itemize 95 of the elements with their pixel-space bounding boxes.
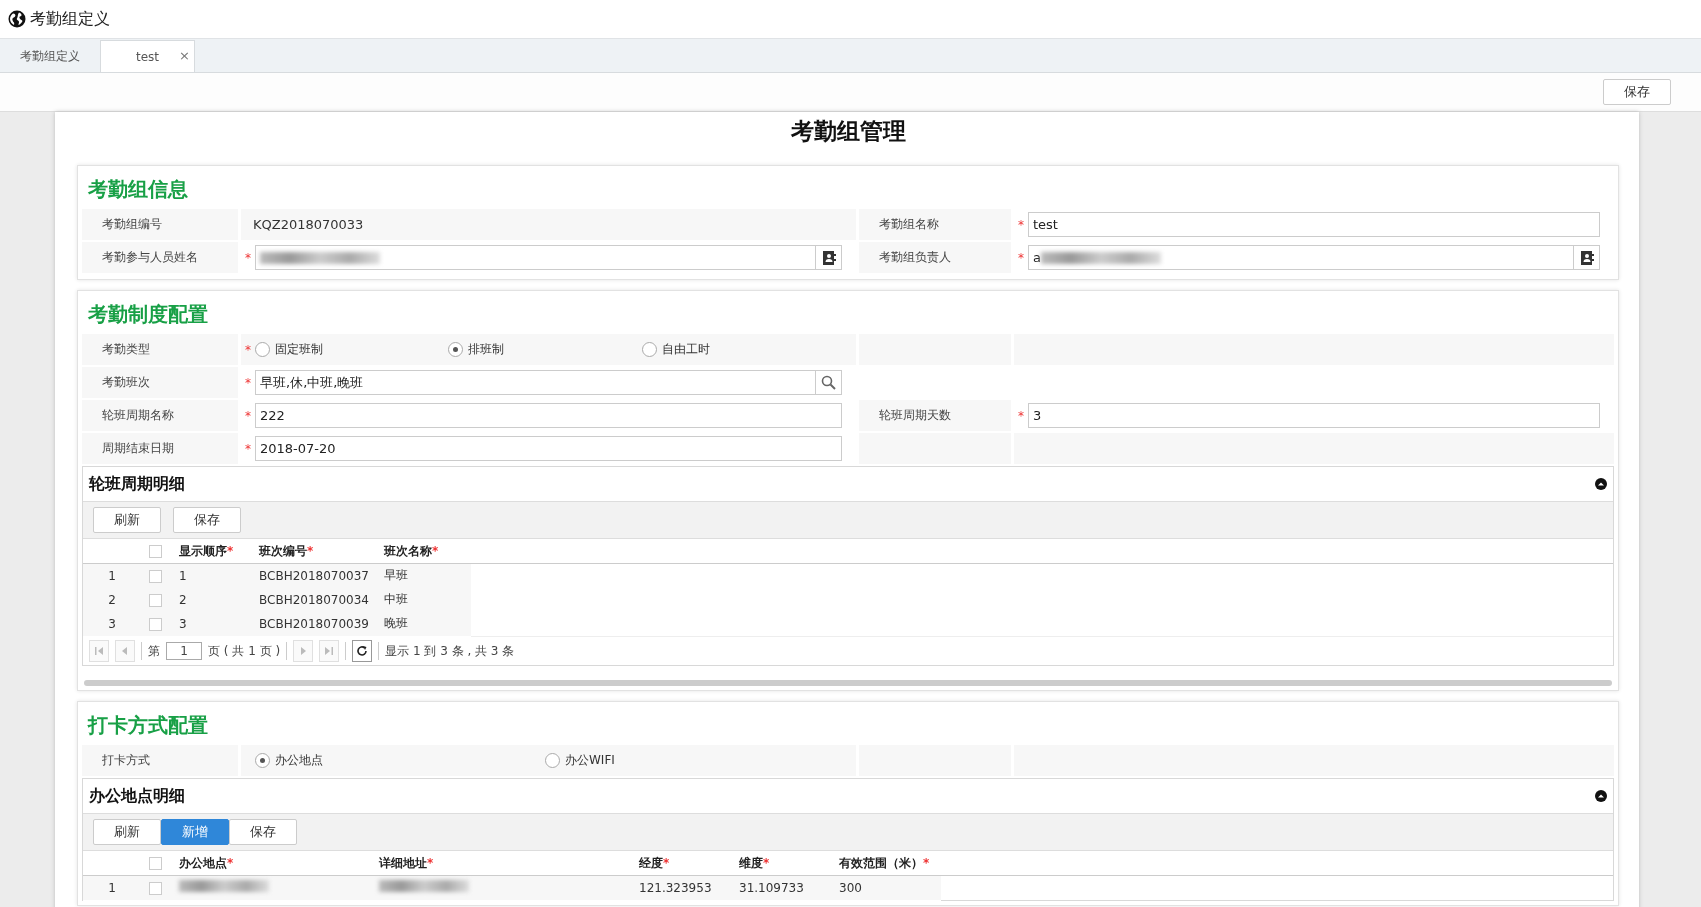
section-title: 打卡方式配置 <box>86 712 209 739</box>
input-field[interactable]: a <box>1028 245 1600 270</box>
toolbar-button[interactable]: 保存 <box>173 507 241 533</box>
section-title: 考勤组信息 <box>87 176 189 203</box>
row-checkbox[interactable] <box>149 569 162 583</box>
required-mark: * <box>1018 217 1025 232</box>
next-page-icon[interactable] <box>293 640 314 662</box>
field-label: 轮班周期天数 <box>878 407 951 424</box>
input-field[interactable]: 早班,休,中班,晚班 <box>255 370 842 395</box>
field-label: 考勤组编号 <box>101 216 162 233</box>
table-cell: 晚班 <box>384 616 408 630</box>
select-all-checkbox[interactable] <box>149 545 162 558</box>
row-number: 2 <box>107 592 117 607</box>
column-header[interactable]: 经度* <box>631 854 731 872</box>
required-mark: * <box>245 408 252 423</box>
pager-summary: 显示 1 到 3 条 , 共 3 条 <box>385 642 515 660</box>
column-header[interactable]: 显示顺序* <box>171 542 251 560</box>
radio-button[interactable] <box>448 342 464 357</box>
save-button[interactable]: 保存 <box>1603 79 1671 105</box>
pager-label: 第 <box>148 642 160 660</box>
table-cell: 1 <box>179 568 187 583</box>
required-mark: * <box>1018 408 1025 423</box>
row-number: 1 <box>107 880 117 895</box>
table-cell: 31.109733 <box>739 880 804 895</box>
radio-label: 自由工时 <box>661 341 710 358</box>
page-title: 考勤组管理 <box>789 117 907 146</box>
input-field[interactable]: 3 <box>1028 403 1600 428</box>
radio-button[interactable] <box>255 753 270 768</box>
field-label: 打卡方式 <box>101 752 150 769</box>
panel-title: 办公地点明细 <box>89 785 185 807</box>
required-mark: * <box>245 342 252 357</box>
section-title: 考勤制度配置 <box>87 301 209 328</box>
toolbar-button[interactable]: 新增 <box>161 819 229 845</box>
table-cell: 2 <box>179 592 187 607</box>
field-label: 考勤类型 <box>101 341 150 358</box>
toolbar-button[interactable]: 刷新 <box>93 819 161 845</box>
field-label: 周期结束日期 <box>101 440 174 457</box>
field-label: 考勤组名称 <box>878 216 939 233</box>
toolbar-button[interactable]: 保存 <box>229 819 297 845</box>
table-cell: BCBH2018070034 <box>259 592 369 607</box>
radio-label: 办公地点 <box>275 752 323 769</box>
tab[interactable]: test × <box>100 40 195 72</box>
radio-button[interactable] <box>255 342 270 357</box>
table-cell: 300 <box>839 880 862 895</box>
table-cell: BCBH2018070037 <box>259 568 369 583</box>
input-field[interactable]: 222 <box>255 403 842 428</box>
required-mark: * <box>1018 250 1025 265</box>
required-mark: * <box>245 250 252 265</box>
radio-button[interactable] <box>545 753 560 768</box>
table-cell: 121.323953 <box>639 880 712 895</box>
required-mark: * <box>245 375 252 390</box>
input-field[interactable] <box>255 245 842 270</box>
table-cell: BCBH2018070039 <box>259 616 369 631</box>
column-header[interactable]: 班次名称* <box>376 542 471 560</box>
row-checkbox[interactable] <box>149 881 162 895</box>
column-header[interactable]: 有效范围（米）* <box>831 854 941 872</box>
column-header[interactable]: 维度* <box>731 854 831 872</box>
close-icon[interactable]: × <box>179 48 190 63</box>
input-field[interactable]: 2018-07-20 <box>255 436 842 461</box>
field-label: 轮班周期名称 <box>101 407 174 424</box>
tab[interactable]: 考勤组定义 <box>0 40 100 72</box>
table-cell: 早班 <box>384 568 408 582</box>
previous-page-icon[interactable] <box>115 640 135 662</box>
horizontal-scrollbar[interactable] <box>84 680 1612 686</box>
page-input[interactable]: 1 <box>166 642 202 660</box>
row-checkbox[interactable] <box>149 617 162 631</box>
input-field[interactable]: test <box>1028 212 1600 237</box>
pager-label: 页 ( 共 1 页 ) <box>208 642 281 660</box>
field-value: KQZ2018070033 <box>252 217 364 232</box>
row-number: 3 <box>107 616 117 631</box>
collapse-icon[interactable] <box>1595 478 1607 490</box>
toolbar-button[interactable]: 刷新 <box>93 507 161 533</box>
field-label: 考勤组负责人 <box>878 249 951 266</box>
select-all-checkbox[interactable] <box>149 857 162 870</box>
panel-title: 轮班周期明细 <box>89 473 185 495</box>
first-page-icon[interactable] <box>89 640 109 662</box>
refresh-icon[interactable] <box>352 640 373 662</box>
field-label: 考勤参与人员姓名 <box>101 249 198 266</box>
window-title: 考勤组定义 <box>30 8 110 30</box>
required-mark: * <box>245 441 252 456</box>
radio-label: 办公WIFI <box>565 752 615 769</box>
radio-label: 排班制 <box>468 341 505 358</box>
column-header[interactable]: 办公地点* <box>171 854 371 872</box>
table-cell: 3 <box>179 616 187 631</box>
radio-button[interactable] <box>641 342 657 357</box>
column-header[interactable]: 详细地址* <box>371 854 631 872</box>
table-cell: 中班 <box>384 592 408 606</box>
field-label: 考勤班次 <box>101 374 150 391</box>
collapse-icon[interactable] <box>1595 790 1607 802</box>
row-number: 1 <box>107 568 117 583</box>
globe-icon <box>8 10 26 28</box>
row-checkbox[interactable] <box>149 593 162 607</box>
last-page-icon[interactable] <box>319 640 340 662</box>
column-header[interactable]: 班次编号* <box>251 542 376 560</box>
radio-label: 固定班制 <box>275 341 323 358</box>
